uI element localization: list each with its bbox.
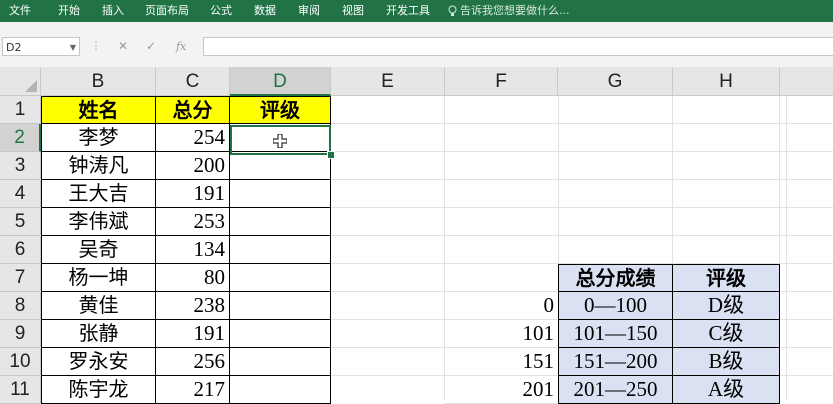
tab-view[interactable]: 视图 [342,0,364,22]
grade-cell[interactable] [230,320,331,348]
column-header-g[interactable]: G [558,67,673,96]
name-box-value: D2 [6,41,22,54]
lookup-range-cell[interactable]: 151—200 [558,348,673,376]
row-header-7[interactable]: 7 [0,264,41,292]
score-cell[interactable]: 191 [156,180,230,208]
header-score-cell[interactable]: 总分 [156,96,230,124]
row-header-2[interactable]: 2 [0,124,41,152]
score-cell[interactable]: 191 [156,320,230,348]
column-header-b[interactable]: B [41,67,156,96]
empty-cells-col-h-line [672,96,673,264]
fill-handle[interactable] [327,151,335,159]
column-header-next[interactable] [780,67,833,96]
column-header-c[interactable]: C [156,67,230,96]
grade-cell[interactable] [230,180,331,208]
lookup-grade-cell[interactable]: C级 [673,320,780,348]
tab-formulas[interactable]: 公式 [210,0,232,22]
insert-function-icon[interactable]: fx [176,37,186,56]
score-cell[interactable]: 254 [156,124,230,152]
tab-data[interactable]: 数据 [254,0,276,22]
name-cell[interactable]: 杨一坤 [41,264,156,292]
row-header-3[interactable]: 3 [0,152,41,180]
formula-buttons: ✕ ✓ fx [110,37,198,56]
row-header-6[interactable]: 6 [0,236,41,264]
grade-cell[interactable] [230,236,331,264]
row-header-9[interactable]: 9 [0,320,41,348]
score-cell[interactable]: 200 [156,152,230,180]
column-header-h[interactable]: H [673,67,780,96]
row-header-4[interactable]: 4 [0,180,41,208]
name-cell[interactable]: 张静 [41,320,156,348]
resize-handle-icon[interactable]: ⋮ [91,41,101,52]
lookup-lower-bound[interactable]: 101 [445,320,558,348]
worksheet-grid[interactable]: B C D E F G H 1 2 3 4 5 6 7 8 9 10 11 姓名… [0,67,833,404]
lookup-lower-bound[interactable]: 151 [445,348,558,376]
grade-cell[interactable] [230,348,331,376]
score-cell[interactable]: 238 [156,292,230,320]
name-cell[interactable]: 吴奇 [41,236,156,264]
cancel-icon[interactable]: ✕ [118,37,128,56]
row-header-5[interactable]: 5 [0,208,41,236]
name-cell[interactable]: 罗永安 [41,348,156,376]
grade-cell[interactable] [230,264,331,292]
tab-file[interactable]: 文件 [9,0,31,22]
lookup-grade-cell[interactable]: D级 [673,292,780,320]
tab-home[interactable]: 开始 [58,0,80,22]
name-cell[interactable]: 黄佳 [41,292,156,320]
column-header-e[interactable]: E [331,67,445,96]
formula-input[interactable] [203,37,833,56]
lookup-range-cell[interactable]: 0—100 [558,292,673,320]
grade-cell[interactable] [230,292,331,320]
grade-cell[interactable] [230,208,331,236]
header-grade-cell[interactable]: 评级 [230,96,331,124]
lookup-grade-cell[interactable]: B级 [673,348,780,376]
tab-insert[interactable]: 插入 [102,0,124,22]
name-cell[interactable]: 王大吉 [41,180,156,208]
header-name-cell[interactable]: 姓名 [41,96,156,124]
tell-me-search[interactable]: 告诉我您想要做什么... [448,0,570,22]
cell-select-cursor-icon [273,134,287,148]
name-cell[interactable]: 李伟斌 [41,208,156,236]
name-box[interactable]: D2 ▼ [2,37,80,56]
name-cell[interactable]: 钟涛凡 [41,152,156,180]
column-header-f[interactable]: F [445,67,558,96]
lookup-header-score[interactable]: 总分成绩 [558,264,673,292]
lightbulb-icon [448,5,457,16]
tab-developer[interactable]: 开发工具 [386,0,430,22]
row-header-10[interactable]: 10 [0,348,41,376]
score-cell[interactable]: 80 [156,264,230,292]
grade-cell[interactable] [230,152,331,180]
formula-bar-area: D2 ▼ ⋮ ✕ ✓ fx [0,22,833,68]
ribbon-tab-bar: 文件 开始 插入 页面布局 公式 数据 审阅 视图 开发工具 告诉我您想要做什么… [0,0,833,22]
column-header-d[interactable]: D [230,67,331,96]
empty-cells-col-g[interactable] [558,96,780,264]
lookup-header-grade[interactable]: 评级 [673,264,780,292]
score-cell[interactable]: 253 [156,208,230,236]
tab-page-layout[interactable]: 页面布局 [145,0,189,22]
enter-icon[interactable]: ✓ [146,37,156,56]
chevron-down-icon[interactable]: ▼ [70,38,76,57]
score-cell[interactable]: 134 [156,236,230,264]
name-cell[interactable]: 李梦 [41,124,156,152]
select-all-icon [25,80,37,92]
row-header-8[interactable]: 8 [0,292,41,320]
lookup-lower-bound[interactable]: 0 [445,292,558,320]
tab-review[interactable]: 审阅 [298,0,320,22]
lookup-range-cell[interactable]: 101—150 [558,320,673,348]
tell-me-text: 告诉我您想要做什么... [460,4,570,17]
select-all-button[interactable] [0,67,41,96]
score-cell[interactable]: 256 [156,348,230,376]
row-header-1[interactable]: 1 [0,96,41,124]
